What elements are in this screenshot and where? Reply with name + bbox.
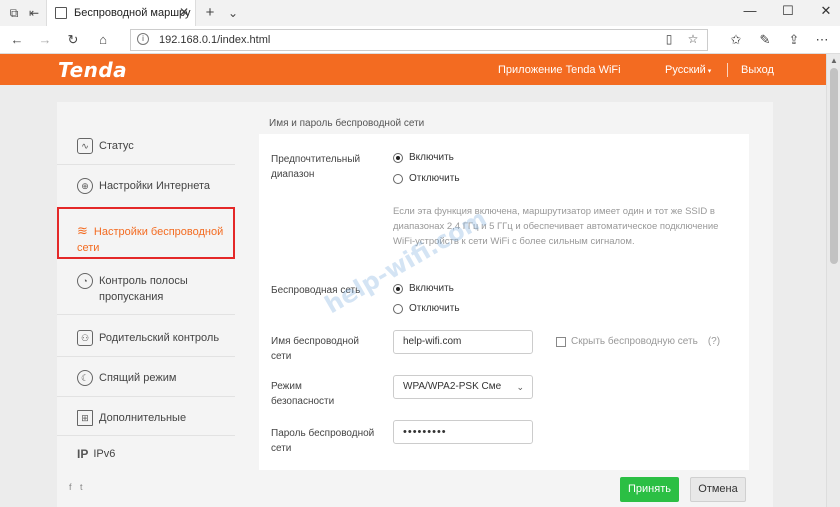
band-on-label: Включить bbox=[409, 152, 454, 163]
app-link[interactable]: Приложение Tenda WiFi bbox=[498, 64, 621, 76]
favorite-star-icon[interactable]: ☆ bbox=[685, 32, 701, 46]
family-icon: ⚇ bbox=[77, 330, 93, 346]
sidebar-divider bbox=[57, 314, 235, 315]
home-icon[interactable]: ⌂ bbox=[94, 31, 112, 49]
help-icon[interactable]: (?) bbox=[708, 336, 720, 347]
refresh-icon[interactable]: ↻ bbox=[64, 31, 82, 49]
facebook-icon[interactable]: f bbox=[69, 482, 72, 492]
close-window-icon[interactable]: ✕ bbox=[816, 3, 836, 19]
hide-ssid-checkbox[interactable]: Скрыть беспроводную сеть (?) bbox=[556, 336, 720, 347]
password-input[interactable]: ••••••••• bbox=[393, 420, 533, 444]
band-off-label: Отключить bbox=[409, 173, 460, 184]
logout-link[interactable]: Выход bbox=[741, 64, 774, 76]
set-aside-tabs-icon[interactable]: ⇤ bbox=[26, 5, 42, 21]
sidebar: ∿ Статус ⊕ Настройки Интернета ≋ Настройк… bbox=[57, 102, 235, 507]
sidebar-item-parental[interactable]: ⚇ Родительский контроль bbox=[57, 330, 235, 346]
radio-selected-icon bbox=[393, 152, 403, 163]
sidebar-item-label: Статус bbox=[99, 140, 134, 152]
sidebar-item-wireless[interactable]: ≋ Настройки беспроводной сети bbox=[57, 207, 235, 259]
wireless-on-label: Включить bbox=[409, 283, 454, 294]
pen-notes-icon[interactable]: ✎ bbox=[756, 31, 774, 49]
content-panel: Имя и пароль беспроводной сети Предпочти… bbox=[235, 102, 773, 507]
sidebar-item-label: Спящий режим bbox=[99, 372, 177, 384]
ssid-input[interactable]: help-wifi.com bbox=[393, 330, 533, 354]
password-label: Пароль беспроводной сети bbox=[271, 428, 375, 454]
header-divider bbox=[727, 63, 728, 77]
security-label: Режим безопасности bbox=[271, 381, 335, 407]
browser-tab[interactable]: Беспроводной маршру bbox=[46, 0, 196, 26]
sidebar-item-label: Родительский контроль bbox=[99, 332, 220, 344]
chevron-down-icon: ▾ bbox=[705, 68, 712, 75]
address-bar[interactable]: i 192.168.0.1/index.html ▯ ☆ bbox=[130, 29, 708, 51]
sidebar-item-internet[interactable]: ⊕ Настройки Интернета bbox=[57, 178, 235, 194]
chevron-down-icon: ⌄ bbox=[516, 382, 524, 392]
cancel-button[interactable]: Отмена bbox=[690, 477, 746, 502]
sidebar-item-label: Дополнительные bbox=[99, 412, 187, 424]
radio-icon bbox=[393, 303, 403, 314]
security-select[interactable]: WPA/WPA2-PSK Сме ⌄ bbox=[393, 375, 533, 399]
share-icon[interactable]: ⇪ bbox=[785, 31, 803, 49]
language-label: Русский bbox=[665, 64, 706, 76]
section-title: Имя и пароль беспроводной сети bbox=[269, 118, 425, 129]
hide-ssid-label: Скрыть беспроводную сеть bbox=[571, 336, 698, 347]
more-menu-icon[interactable]: ⋯ bbox=[813, 31, 831, 49]
apply-button[interactable]: Принять bbox=[620, 477, 679, 502]
sidebar-divider bbox=[57, 435, 235, 436]
tab-list-chevron-icon[interactable]: ⌄ bbox=[225, 5, 241, 21]
sidebar-item-sleep[interactable]: ☾ Спящий режим bbox=[57, 370, 235, 386]
favorites-hub-icon[interactable]: ✩ bbox=[727, 31, 745, 49]
tab-close-icon[interactable]: ✕ bbox=[179, 5, 189, 19]
sidebar-divider bbox=[57, 164, 235, 165]
router-header: Tenda Приложение Tenda WiFi Русский ▾ Вы… bbox=[0, 54, 826, 85]
globe-icon: ⊕ bbox=[77, 178, 93, 194]
sidebar-item-label: Настройки беспроводной сети bbox=[77, 226, 224, 254]
grid-icon: ⊞ bbox=[77, 410, 93, 426]
browser-toolbar: ← → ↻ ⌂ i 192.168.0.1/index.html ▯ ☆ ✩ ✎… bbox=[0, 26, 840, 54]
sidebar-item-label: Настройки Интернета bbox=[99, 180, 210, 192]
sidebar-divider bbox=[57, 356, 235, 357]
language-select[interactable]: Русский ▾ bbox=[665, 64, 711, 76]
tab-title: Беспроводной маршру bbox=[74, 7, 191, 19]
radio-icon bbox=[393, 173, 403, 184]
moon-icon: ☾ bbox=[77, 370, 93, 386]
tenda-logo: Tenda bbox=[58, 58, 128, 82]
security-value: WPA/WPA2-PSK Сме bbox=[403, 381, 502, 392]
band-on-radio[interactable]: Включить bbox=[393, 152, 454, 163]
tab-actions-icon[interactable]: ⧉ bbox=[6, 5, 22, 21]
forward-icon[interactable]: → bbox=[36, 31, 54, 49]
ipv6-icon: IP bbox=[77, 447, 89, 461]
browser-titlebar: ⧉ ⇤ Беспроводной маршру ✕ + ⌄ — ☐ ✕ bbox=[0, 0, 840, 26]
pulse-icon: ∿ bbox=[77, 138, 93, 154]
band-label: Предпочтительный диапазон bbox=[271, 154, 361, 180]
wireless-on-radio[interactable]: Включить bbox=[393, 283, 454, 294]
wifi-icon: ≋ bbox=[77, 223, 88, 238]
twitter-icon[interactable]: t bbox=[80, 482, 83, 492]
sidebar-item-bandwidth[interactable]: ◔ Контроль полосы пропускания bbox=[57, 273, 235, 305]
band-off-radio[interactable]: Отключить bbox=[393, 173, 460, 184]
new-tab-icon[interactable]: + bbox=[202, 5, 218, 21]
page-scrollbar[interactable]: ▲ bbox=[826, 54, 840, 507]
social-links: f t bbox=[69, 482, 83, 492]
reading-view-icon[interactable]: ▯ bbox=[661, 32, 677, 46]
wireless-off-label: Отключить bbox=[409, 303, 460, 314]
back-icon[interactable]: ← bbox=[8, 31, 26, 49]
sidebar-item-status[interactable]: ∿ Статус bbox=[57, 138, 235, 154]
ssid-label: Имя беспроводной сети bbox=[271, 336, 360, 362]
sidebar-item-label: Контроль полосы пропускания bbox=[99, 275, 188, 303]
maximize-icon[interactable]: ☐ bbox=[778, 3, 798, 19]
sidebar-divider bbox=[57, 396, 235, 397]
checkbox-icon bbox=[556, 336, 566, 347]
scroll-thumb[interactable] bbox=[830, 68, 838, 264]
sidebar-item-advanced[interactable]: ⊞ Дополнительные bbox=[57, 410, 235, 426]
minimize-icon[interactable]: — bbox=[740, 3, 760, 18]
url-text[interactable]: 192.168.0.1/index.html bbox=[159, 34, 270, 46]
sidebar-item-label: IPv6 bbox=[93, 448, 116, 460]
sidebar-item-ipv6[interactable]: IP IPv6 bbox=[57, 447, 235, 461]
wireless-off-radio[interactable]: Отключить bbox=[393, 303, 460, 314]
scroll-up-icon[interactable]: ▲ bbox=[830, 56, 838, 65]
radio-selected-icon bbox=[393, 283, 403, 294]
page-icon bbox=[55, 7, 67, 19]
site-info-icon[interactable]: i bbox=[137, 33, 149, 45]
